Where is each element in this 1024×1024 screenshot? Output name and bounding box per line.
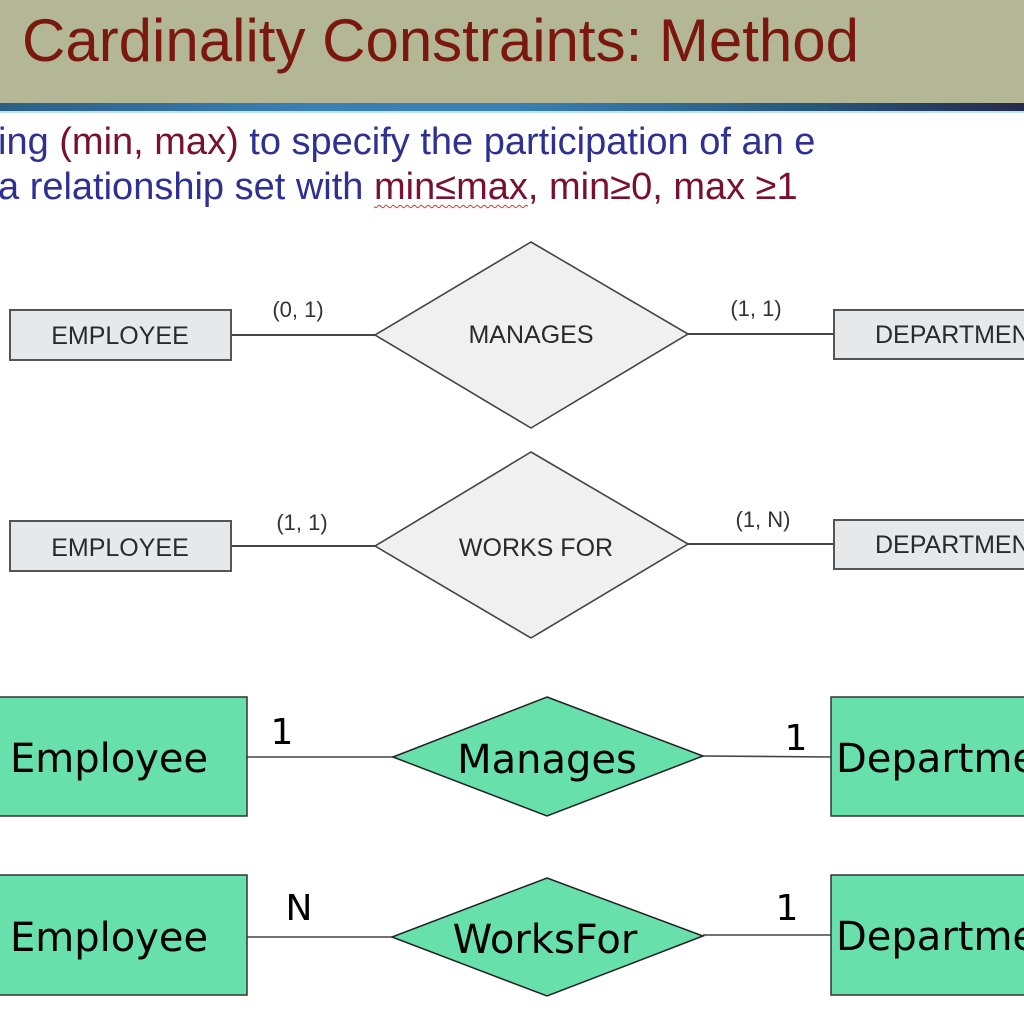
cardinality-label: (1, 1) — [276, 510, 327, 535]
cardinality-label: N — [286, 888, 313, 929]
cardinality-label: 1 — [785, 718, 808, 759]
er-diagram-manages-ratio: Employee Manages Department 1 1 — [0, 696, 1024, 817]
cardinality-label: (1, N) — [736, 507, 791, 532]
cardinality-label: 1 — [271, 712, 294, 753]
entity-label: Employee — [10, 736, 208, 782]
entity-label: EMPLOYEE — [51, 534, 189, 562]
entity-label: Department — [836, 914, 1024, 960]
relationship-label: Manages — [457, 737, 637, 783]
entity-label: DEPARTMENT — [875, 531, 1024, 559]
relationship-label: WorksFor — [453, 917, 638, 963]
relationship-label: MANAGES — [468, 321, 593, 349]
cardinality-label: (0, 1) — [272, 297, 323, 322]
er-diagram-worksfor-ratio: Employee WorksFor Department N 1 — [0, 874, 1024, 997]
entity-label: DEPARTMENT — [875, 321, 1024, 349]
relationship-label: WORKS FOR — [459, 534, 613, 562]
connector-right — [702, 755, 832, 758]
er-diagrams: EMPLOYEE MANAGES DEPARTMENT (0, 1) (1, 1… — [0, 241, 1024, 997]
entity-label: Employee — [10, 915, 208, 961]
entity-label: EMPLOYEE — [51, 322, 189, 350]
er-diagram-manages-minmax: EMPLOYEE MANAGES DEPARTMENT (0, 1) (1, 1… — [9, 241, 1024, 429]
cardinality-label: (1, 1) — [730, 296, 781, 321]
cardinality-label: 1 — [776, 888, 799, 929]
entity-label: Department — [836, 736, 1024, 782]
er-diagram-worksfor-minmax: EMPLOYEE WORKS FOR DEPARTMENT (1, 1) (1,… — [9, 451, 1024, 639]
